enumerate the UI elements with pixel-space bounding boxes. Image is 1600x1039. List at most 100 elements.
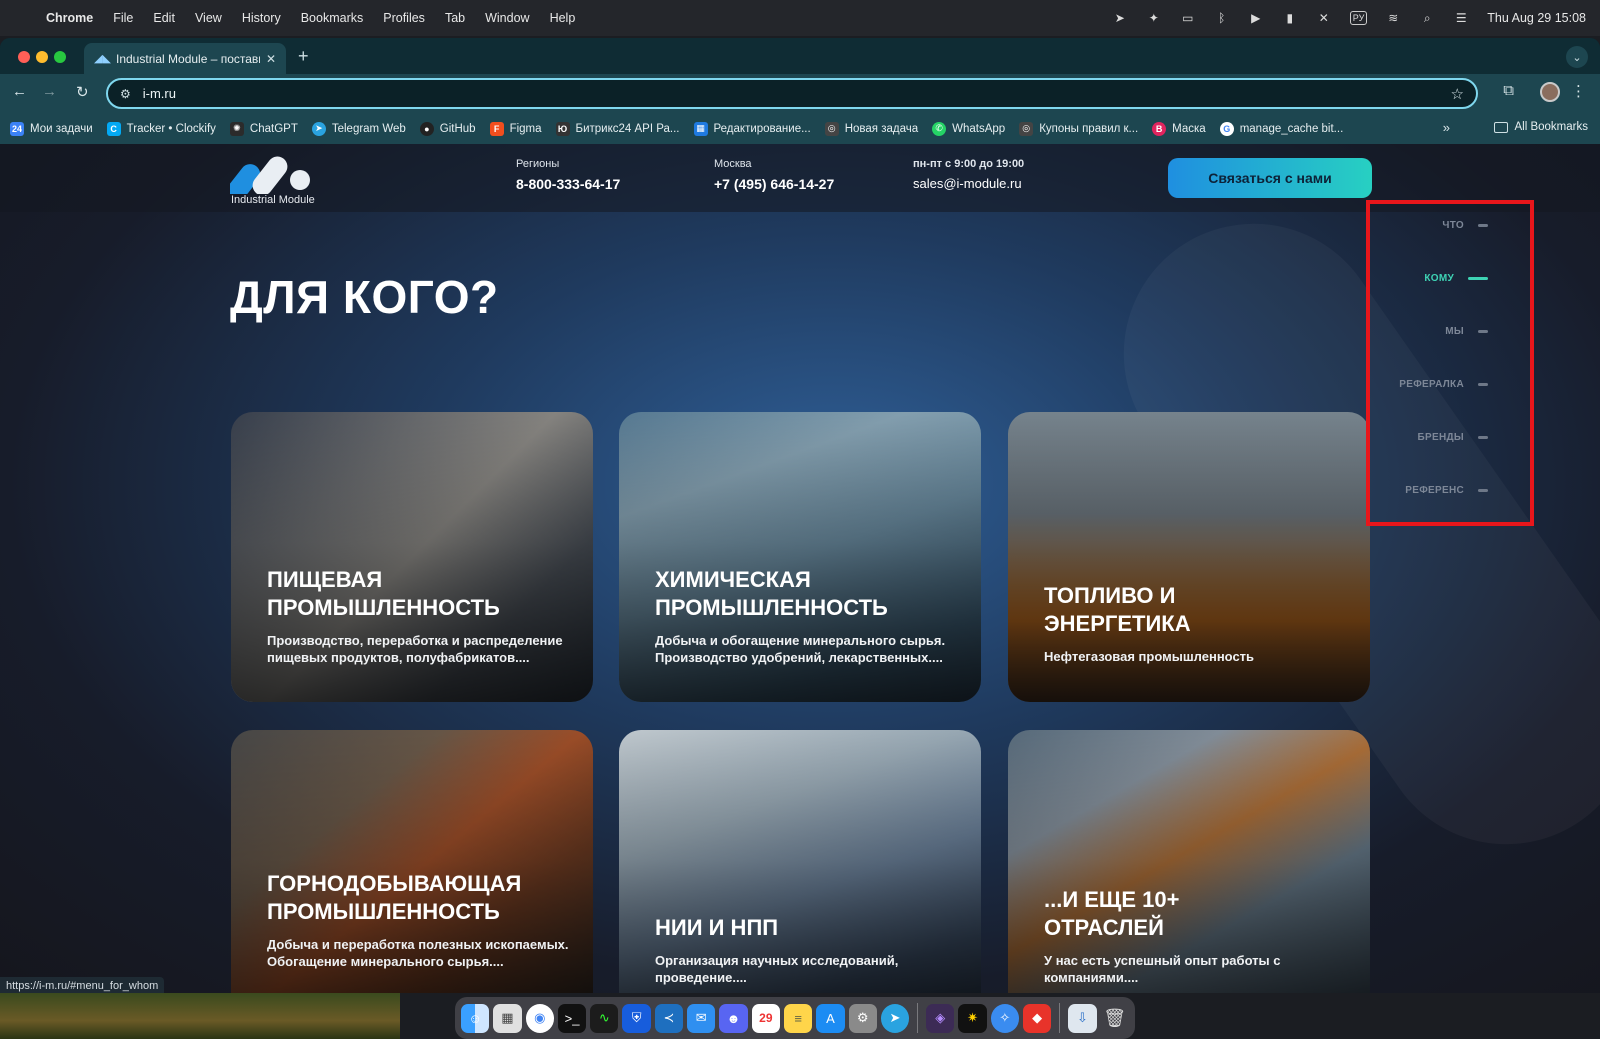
- extensions-puzzle-icon[interactable]: ⧉: [1503, 82, 1514, 99]
- contact-phone-moscow[interactable]: +7 (495) 646-14-27: [714, 176, 834, 192]
- industry-card-chemical[interactable]: Химическая промышленность Добыча и обога…: [619, 412, 981, 702]
- window-zoom-button[interactable]: [54, 51, 66, 63]
- forward-arrow-icon[interactable]: →: [42, 83, 57, 100]
- industry-card-fuel-energy[interactable]: Топливо и энергетика Нефтегазовая промыш…: [1008, 412, 1370, 702]
- all-bookmarks-button[interactable]: All Bookmarks: [1493, 121, 1589, 133]
- browser-tab-active[interactable]: ◢◣ Industrial Module – поставщ... ✕: [84, 43, 286, 74]
- reload-icon[interactable]: ↻: [76, 83, 89, 101]
- bookmark-item[interactable]: ◎ Новая задача: [824, 121, 919, 136]
- menu-help[interactable]: Help: [550, 11, 576, 25]
- profile-avatar-icon[interactable]: [1540, 82, 1560, 102]
- bitwarden-icon[interactable]: ⛨: [622, 1003, 651, 1033]
- back-arrow-icon[interactable]: ←: [12, 83, 27, 100]
- card-title: ...и еще 10+ отраслей: [1044, 887, 1180, 940]
- card-title: Горнодобывающая промышленность: [267, 871, 522, 924]
- spotlight-search-icon[interactable]: ⌕: [1419, 11, 1435, 25]
- bookmark-item[interactable]: Ю Битрикс24 API Ра...: [555, 121, 680, 136]
- desktop-wallpaper: [0, 993, 400, 1039]
- bookmark-item[interactable]: ✺ ChatGPT: [229, 121, 298, 136]
- bookmark-item[interactable]: ● GitHub: [419, 121, 476, 136]
- app-store-icon[interactable]: A: [816, 1003, 845, 1033]
- bookmark-star-icon[interactable]: ☆: [1451, 85, 1464, 103]
- sparkle-icon[interactable]: ✦: [1146, 11, 1162, 25]
- terminal-icon[interactable]: >_: [557, 1003, 587, 1033]
- navigation-icon[interactable]: ➤: [1112, 11, 1128, 25]
- trash-icon[interactable]: 🗑: [1101, 1004, 1129, 1033]
- bookmark-item[interactable]: Gmanage_cache bit...: [1219, 121, 1343, 136]
- input-source-icon[interactable]: РУ: [1349, 11, 1368, 25]
- system-settings-icon[interactable]: ⚙: [848, 1003, 877, 1033]
- browser-window: ◢◣ Industrial Module – поставщ... ✕ + ⌄ …: [0, 38, 1600, 993]
- menu-bookmarks[interactable]: Bookmarks: [301, 11, 364, 25]
- vscode-icon[interactable]: ≺: [654, 1003, 684, 1033]
- chrome-menu-icon[interactable]: ⋮: [1571, 82, 1586, 100]
- mail-icon[interactable]: ✉: [687, 1003, 716, 1033]
- discord-icon[interactable]: ☻: [719, 1003, 748, 1033]
- chrome-icon[interactable]: ◉: [525, 1003, 554, 1033]
- battery-icon[interactable]: ▮: [1282, 11, 1298, 25]
- industry-card-more-industries[interactable]: ...и еще 10+ отраслей У нас есть успешны…: [1008, 730, 1370, 993]
- downloads-folder-icon[interactable]: ⇩: [1068, 1003, 1097, 1033]
- bookmark-item[interactable]: ➤ Telegram Web: [311, 121, 406, 136]
- window-minimize-button[interactable]: [36, 51, 48, 63]
- activity-monitor-icon[interactable]: ∿: [590, 1003, 619, 1033]
- tor-browser-icon[interactable]: ◈: [926, 1003, 955, 1033]
- menu-view[interactable]: View: [195, 11, 222, 25]
- control-center-icon[interactable]: ☰: [1453, 11, 1469, 25]
- address-url[interactable]: i-m.ru: [143, 86, 1451, 101]
- contact-us-button[interactable]: Связаться с нами: [1168, 158, 1372, 198]
- industrial-module-logo-icon[interactable]: [230, 148, 316, 194]
- bluetooth-icon[interactable]: ᛒ: [1214, 11, 1230, 25]
- menu-tab[interactable]: Tab: [445, 11, 465, 25]
- safari-icon[interactable]: ✧: [990, 1003, 1020, 1033]
- card-description: Организация научных исследований, провед…: [655, 953, 899, 985]
- notes-icon[interactable]: ≡: [783, 1003, 813, 1033]
- contact-phone-regions[interactable]: 8-800-333-64-17: [516, 176, 620, 192]
- menu-profiles[interactable]: Profiles: [383, 11, 425, 25]
- menu-file[interactable]: File: [113, 11, 133, 25]
- tab-close-icon[interactable]: ✕: [266, 52, 276, 66]
- bookmark-item[interactable]: ✆ WhatsApp: [932, 121, 1005, 136]
- display-icon[interactable]: ▭: [1180, 11, 1196, 25]
- address-bar[interactable]: ⚙ i-m.ru ☆: [106, 78, 1478, 109]
- bookmark-favicon-icon: ➤: [311, 121, 326, 136]
- bookmark-favicon-icon: G: [1219, 121, 1234, 136]
- bookmark-item[interactable]: C Tracker • Clockify: [106, 121, 216, 136]
- bookmarks-overflow-chevron-icon[interactable]: »: [1443, 120, 1450, 135]
- bookmark-item[interactable]: 24 Мои задачи: [10, 121, 93, 136]
- contact-email[interactable]: sales@i-module.ru: [913, 176, 1024, 191]
- bookmark-item[interactable]: B Маска: [1152, 121, 1206, 136]
- all-bookmarks-label: All Bookmarks: [1514, 121, 1589, 133]
- industry-card-research[interactable]: НИИ и НПП Организация научных исследован…: [619, 730, 981, 993]
- industry-card-food[interactable]: Пищевая промышленность Производство, пер…: [231, 412, 593, 702]
- bookmark-label: Купоны правил к...: [1039, 122, 1139, 135]
- wifi-icon[interactable]: ≋: [1385, 11, 1401, 25]
- site-info-icon[interactable]: ⚙: [120, 87, 131, 101]
- industry-card-mining[interactable]: Горнодобывающая промышленность Добыча и …: [231, 730, 593, 993]
- finder-icon[interactable]: ☺: [461, 1003, 490, 1033]
- new-tab-icon[interactable]: +: [298, 46, 309, 67]
- menu-history[interactable]: History: [242, 11, 281, 25]
- bookmark-item[interactable]: F Figma: [489, 121, 542, 136]
- menu-app-name[interactable]: Chrome: [46, 11, 93, 25]
- menu-edit[interactable]: Edit: [153, 11, 175, 25]
- anydesk-icon[interactable]: ◆: [1023, 1003, 1052, 1033]
- card-description: Нефтегазовая промышленность: [1044, 649, 1255, 664]
- sparkle-app-icon[interactable]: ✷: [958, 1003, 987, 1033]
- telegram-icon[interactable]: ➤: [880, 1003, 910, 1033]
- mute-icon[interactable]: ✕: [1316, 11, 1332, 25]
- tab-strip: ◢◣ Industrial Module – поставщ... ✕ + ⌄: [0, 38, 1600, 74]
- bookmark-item[interactable]: ◎ Купоны правил к...: [1019, 121, 1139, 136]
- calendar-icon[interactable]: 29: [751, 1003, 780, 1033]
- card-title: НИИ и НПП: [655, 915, 779, 940]
- menubar-clock[interactable]: Thu Aug 29 15:08: [1487, 11, 1586, 25]
- launchpad-icon[interactable]: ▦: [493, 1003, 522, 1033]
- bookmark-label: Новая задача: [844, 122, 919, 135]
- bookmark-item[interactable]: ▦ Редактирование...: [693, 121, 811, 136]
- bookmark-label: Telegram Web: [331, 122, 406, 135]
- play-icon[interactable]: ▶: [1248, 11, 1264, 25]
- tab-search-chevron-icon[interactable]: ⌄: [1566, 46, 1588, 68]
- card-content: НИИ и НПП Организация научных исследован…: [655, 914, 961, 986]
- window-close-button[interactable]: [18, 51, 30, 63]
- menu-window[interactable]: Window: [485, 11, 529, 25]
